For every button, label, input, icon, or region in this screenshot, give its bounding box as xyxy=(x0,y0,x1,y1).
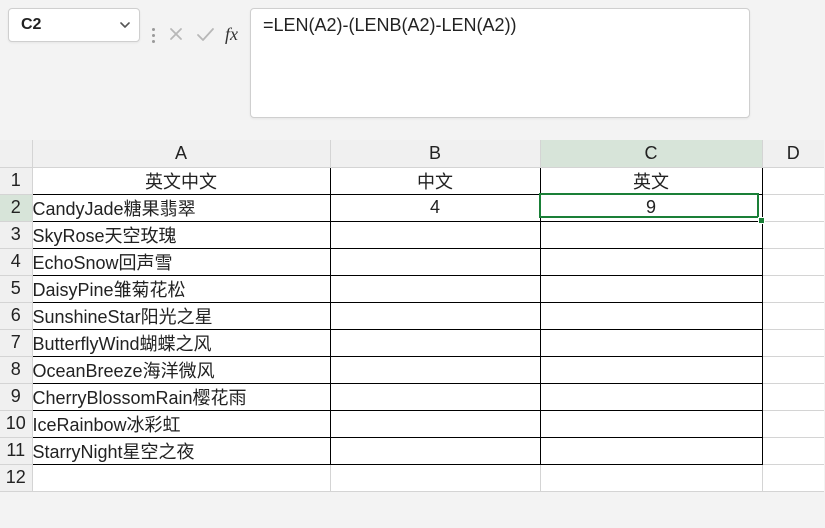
cell-d2[interactable] xyxy=(762,194,824,221)
cell-a10[interactable]: IceRainbow冰彩虹 xyxy=(32,410,330,437)
row-header[interactable]: 8 xyxy=(0,356,32,383)
cell-c12[interactable] xyxy=(540,464,762,491)
cell-c6[interactable] xyxy=(540,302,762,329)
cell-a9[interactable]: CherryBlossomRain樱花雨 xyxy=(32,383,330,410)
cell-d9[interactable] xyxy=(762,383,824,410)
row-header[interactable]: 12 xyxy=(0,464,32,491)
cell-d8[interactable] xyxy=(762,356,824,383)
cell-d3[interactable] xyxy=(762,221,824,248)
cell-b1[interactable]: 中文 xyxy=(330,167,540,194)
col-header-a[interactable]: A xyxy=(32,140,330,167)
row-header[interactable]: 6 xyxy=(0,302,32,329)
cell-b6[interactable] xyxy=(330,302,540,329)
row-header[interactable]: 1 xyxy=(0,167,32,194)
cell-b10[interactable] xyxy=(330,410,540,437)
row-header[interactable]: 5 xyxy=(0,275,32,302)
cell-c11[interactable] xyxy=(540,437,762,464)
separator-dots xyxy=(152,8,155,56)
cell-c4[interactable] xyxy=(540,248,762,275)
name-box[interactable] xyxy=(8,8,140,42)
cell-c10[interactable] xyxy=(540,410,762,437)
cell-a5[interactable]: DaisyPine雏菊花松 xyxy=(32,275,330,302)
cell-a11[interactable]: StarryNight星空之夜 xyxy=(32,437,330,464)
cell-b11[interactable] xyxy=(330,437,540,464)
cell-b4[interactable] xyxy=(330,248,540,275)
cell-c2[interactable]: 9 xyxy=(540,194,762,221)
cell-b12[interactable] xyxy=(330,464,540,491)
cell-c3[interactable] xyxy=(540,221,762,248)
cell-a2[interactable]: CandyJade糖果翡翠 xyxy=(32,194,330,221)
row-header[interactable]: 11 xyxy=(0,437,32,464)
cell-c5[interactable] xyxy=(540,275,762,302)
cell-a1[interactable]: 英文中文 xyxy=(32,167,330,194)
cell-a3[interactable]: SkyRose天空玫瑰 xyxy=(32,221,330,248)
cell-d5[interactable] xyxy=(762,275,824,302)
formula-bar-text[interactable]: =LEN(A2)-(LENB(A2)-LEN(A2)) xyxy=(263,15,737,36)
row-header[interactable]: 4 xyxy=(0,248,32,275)
formula-bar[interactable]: =LEN(A2)-(LENB(A2)-LEN(A2)) xyxy=(250,8,750,118)
cell-a6[interactable]: SunshineStar阳光之星 xyxy=(32,302,330,329)
spreadsheet-grid[interactable]: A B C D 1 英文中文 中文 英文 2 CandyJade糖果翡翠 4 9… xyxy=(0,140,825,492)
row-header[interactable]: 9 xyxy=(0,383,32,410)
cell-d11[interactable] xyxy=(762,437,824,464)
cell-a7[interactable]: ButterflyWind蝴蝶之风 xyxy=(32,329,330,356)
cell-d7[interactable] xyxy=(762,329,824,356)
cell-d12[interactable] xyxy=(762,464,824,491)
row-header[interactable]: 10 xyxy=(0,410,32,437)
fx-icon[interactable]: fx xyxy=(225,24,238,45)
cell-d6[interactable] xyxy=(762,302,824,329)
cell-b9[interactable] xyxy=(330,383,540,410)
cell-b2[interactable]: 4 xyxy=(330,194,540,221)
cell-c7[interactable] xyxy=(540,329,762,356)
cell-d1[interactable] xyxy=(762,167,824,194)
cell-c1[interactable]: 英文 xyxy=(540,167,762,194)
name-box-input[interactable] xyxy=(19,15,89,35)
cell-c9[interactable] xyxy=(540,383,762,410)
col-header-b[interactable]: B xyxy=(330,140,540,167)
col-header-d[interactable]: D xyxy=(762,140,824,167)
cell-c8[interactable] xyxy=(540,356,762,383)
col-header-c[interactable]: C xyxy=(540,140,762,167)
confirm-formula-icon[interactable] xyxy=(195,25,215,43)
row-header[interactable]: 2 xyxy=(0,194,32,221)
cell-a8[interactable]: OceanBreeze海洋微风 xyxy=(32,356,330,383)
select-all-corner[interactable] xyxy=(0,140,32,167)
cell-d4[interactable] xyxy=(762,248,824,275)
cell-b7[interactable] xyxy=(330,329,540,356)
cell-d10[interactable] xyxy=(762,410,824,437)
row-header[interactable]: 3 xyxy=(0,221,32,248)
cancel-formula-icon[interactable] xyxy=(167,25,185,43)
chevron-down-icon[interactable] xyxy=(119,19,131,31)
cell-b5[interactable] xyxy=(330,275,540,302)
cell-a4[interactable]: EchoSnow回声雪 xyxy=(32,248,330,275)
fill-handle[interactable] xyxy=(758,217,765,224)
cell-b3[interactable] xyxy=(330,221,540,248)
cell-b8[interactable] xyxy=(330,356,540,383)
cell-a12[interactable] xyxy=(32,464,330,491)
row-header[interactable]: 7 xyxy=(0,329,32,356)
